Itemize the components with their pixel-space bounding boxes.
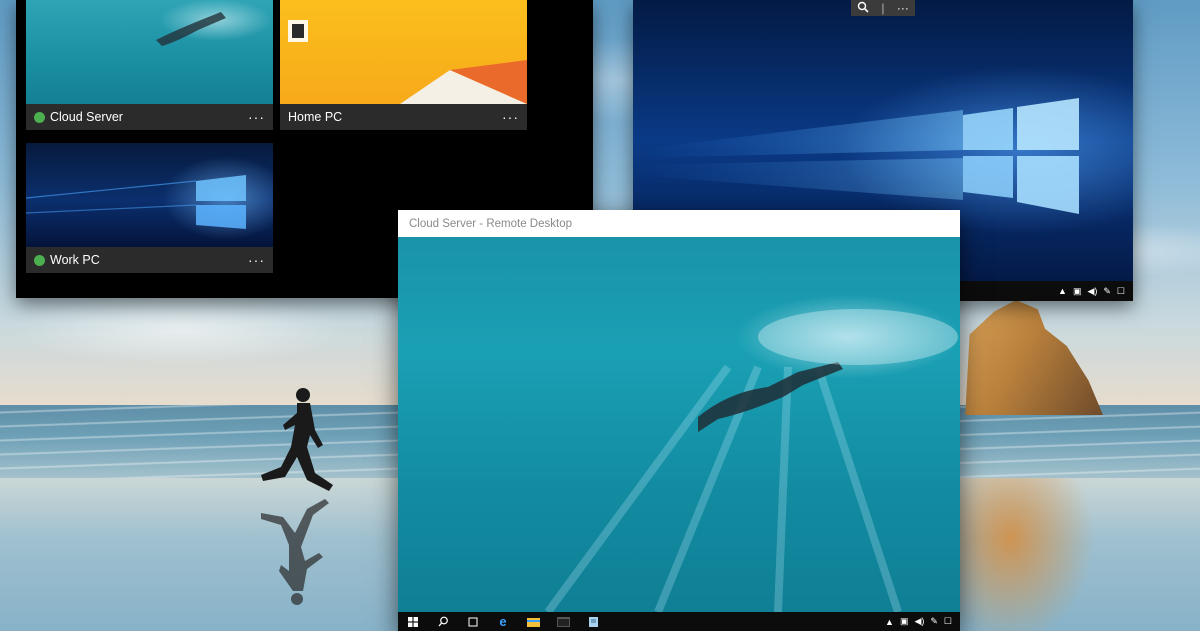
more-options-icon[interactable]: ··· [897, 1, 909, 15]
zoom-icon[interactable] [857, 1, 869, 16]
notifications-icon[interactable]: ☐ [1117, 286, 1125, 297]
session-toolbar: | ··· [851, 0, 915, 16]
notifications-icon[interactable]: ☐ [944, 616, 952, 627]
status-online-icon [34, 111, 45, 123]
file-explorer-icon[interactable] [518, 612, 548, 631]
tile-thumbnail [26, 0, 273, 104]
remote-screen[interactable] [398, 237, 960, 615]
windows8-wallpaper-thumbnail [288, 20, 527, 104]
windows-logo-thumbnail [26, 175, 246, 229]
runner-silhouette [261, 388, 333, 605]
tile-bar: Cloud Server ··· [26, 104, 273, 130]
volume-icon[interactable]: ◀) [914, 616, 924, 627]
start-icon[interactable] [398, 612, 428, 631]
network-icon[interactable]: ▣ [1073, 286, 1082, 297]
tile-cloud-server[interactable]: Cloud Server ··· [26, 0, 273, 130]
edge-icon[interactable]: e [488, 612, 518, 631]
more-options-icon[interactable]: ··· [248, 110, 265, 124]
search-icon[interactable] [428, 612, 458, 631]
pen-icon[interactable]: ✎ [930, 616, 938, 627]
task-view-icon[interactable] [458, 612, 488, 631]
tile-label: Cloud Server [50, 110, 123, 124]
tile-thumbnail [280, 0, 527, 104]
chevron-up-icon[interactable]: ▲ [885, 617, 894, 627]
chevron-up-icon[interactable]: ▲ [1058, 286, 1067, 296]
tile-home-pc[interactable]: Home PC ··· [280, 0, 527, 130]
more-options-icon[interactable]: ··· [248, 253, 265, 267]
network-icon[interactable]: ▣ [900, 616, 909, 627]
status-online-icon [34, 254, 45, 266]
app-window-icon[interactable] [548, 612, 578, 631]
toolbar-divider: | [881, 1, 885, 15]
tile-label: Work PC [50, 253, 100, 267]
cloud-server-session-window[interactable]: Cloud Server - Remote Desktop e ▲ ▣ ◀) ✎… [398, 210, 960, 631]
tile-thumbnail [26, 143, 273, 247]
pen-icon[interactable]: ✎ [1103, 286, 1111, 297]
tile-work-pc[interactable]: Work PC ··· [26, 143, 273, 273]
window-titlebar[interactable]: Cloud Server - Remote Desktop [398, 210, 960, 237]
taskbar: e ▲ ▣ ◀) ✎ ☐ [398, 612, 960, 631]
tile-label: Home PC [288, 110, 343, 124]
swimmer-thumbnail [156, 12, 226, 46]
tile-bar: Home PC ··· [280, 104, 527, 130]
system-tray: ▲ ▣ ◀) ✎ ☐ [885, 616, 960, 627]
tile-bar: Work PC ··· [26, 247, 273, 273]
underwater-wallpaper [544, 309, 958, 615]
system-tray: ▲ ▣ ◀) ✎ ☐ [1058, 286, 1133, 297]
window-title: Cloud Server - Remote Desktop [409, 217, 572, 230]
notepad-icon[interactable] [578, 612, 608, 631]
volume-icon[interactable]: ◀) [1087, 286, 1097, 297]
more-options-icon[interactable]: ··· [502, 110, 519, 124]
